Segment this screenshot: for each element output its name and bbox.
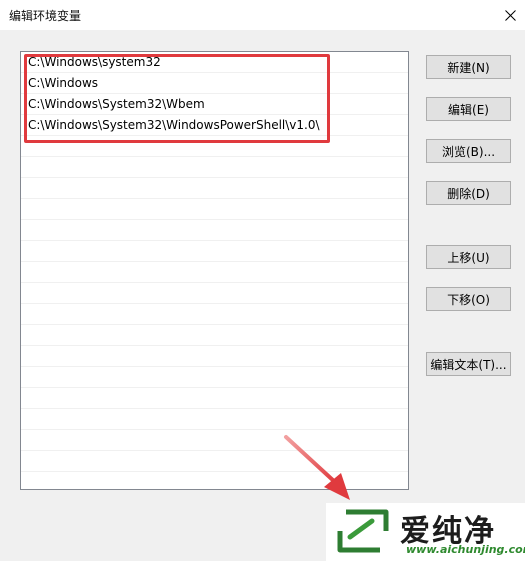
empty-row[interactable]	[21, 241, 408, 262]
empty-row[interactable]	[21, 451, 408, 472]
empty-row[interactable]	[21, 178, 408, 199]
path-list[interactable]: C:\Windows\system32 C:\Windows C:\Window…	[20, 51, 409, 490]
close-icon	[504, 6, 516, 25]
empty-row[interactable]	[21, 199, 408, 220]
empty-row[interactable]	[21, 388, 408, 409]
empty-row[interactable]	[21, 220, 408, 241]
move-up-button[interactable]: 上移(U)	[426, 245, 511, 269]
list-item[interactable]: C:\Windows\system32	[21, 52, 408, 73]
empty-row[interactable]	[21, 367, 408, 388]
brand-logo-icon	[337, 509, 389, 553]
empty-row[interactable]	[21, 262, 408, 283]
edit-text-button[interactable]: 编辑文本(T)...	[426, 352, 511, 376]
close-button[interactable]	[495, 0, 525, 30]
new-button[interactable]: 新建(N)	[426, 55, 511, 79]
empty-row[interactable]	[21, 346, 408, 367]
window-title: 编辑环境变量	[9, 9, 82, 23]
empty-row[interactable]	[21, 304, 408, 325]
move-down-button[interactable]: 下移(O)	[426, 287, 511, 311]
edit-button[interactable]: 编辑(E)	[426, 97, 511, 121]
title-bar: 编辑环境变量	[0, 0, 525, 30]
edit-env-var-dialog: 编辑环境变量 C:\Windows\system32 C:\Windows C:…	[0, 0, 525, 561]
empty-row[interactable]	[21, 157, 408, 178]
browse-button[interactable]: 浏览(B)...	[426, 139, 511, 163]
empty-row[interactable]	[21, 325, 408, 346]
delete-button[interactable]: 删除(D)	[426, 181, 511, 205]
list-item[interactable]: C:\Windows	[21, 73, 408, 94]
list-item[interactable]: C:\Windows\System32\WindowsPowerShell\v1…	[21, 115, 408, 136]
watermark: 爱纯净 www.aichunjing.com	[326, 503, 525, 561]
watermark-url: www.aichunjing.com	[406, 543, 525, 556]
list-item[interactable]: C:\Windows\System32\Wbem	[21, 94, 408, 115]
empty-row[interactable]	[21, 136, 408, 157]
empty-row[interactable]	[21, 430, 408, 451]
empty-row[interactable]	[21, 283, 408, 304]
empty-row[interactable]	[21, 409, 408, 430]
empty-row[interactable]	[21, 472, 408, 489]
